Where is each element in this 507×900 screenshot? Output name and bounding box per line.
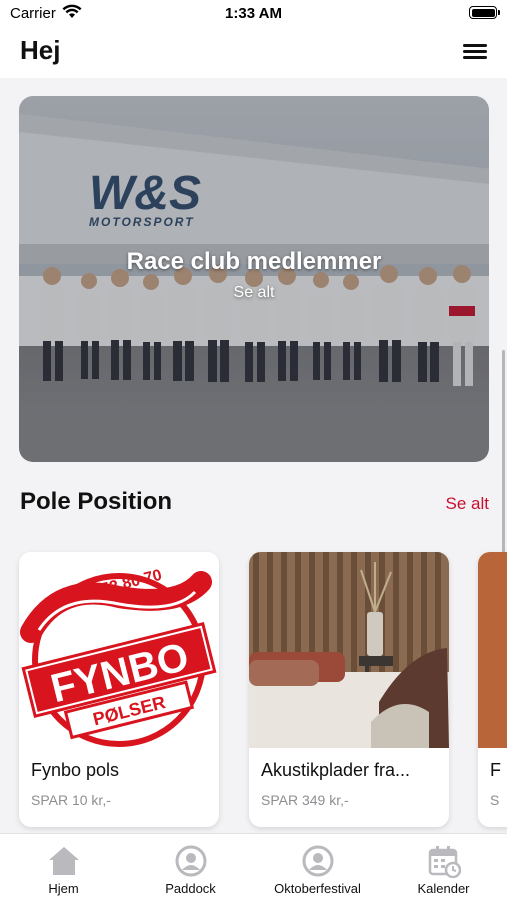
product-card-partial[interactable]: F S [478,552,507,827]
product-name: Fynbo pols [31,760,120,780]
product-price: S [490,792,500,808]
product-price: SPAR 10 kr,- [31,792,111,808]
app-screen: Carrier 1:33 AM Hej W&S MOTORSPORT Race … [0,0,507,900]
scroll-indicator [502,350,505,565]
fynbo-logo-image: Tlf. 52 52 80 70 FYNBO PØLSER [19,552,219,748]
tab-label: Paddock [165,881,216,896]
menu-icon-bar [463,50,487,53]
hero-overlay [19,96,489,462]
calendar-icon [428,846,461,878]
product-card-akustikplader[interactable]: Akustikplader fra... SPAR 349 kr,- [249,552,449,827]
product-image [478,552,507,748]
menu-icon-bar [463,44,487,47]
product-name: Akustikplader fra... [261,760,411,780]
tab-bar: Hjem Paddock Oktoberfestival Kalender [0,833,507,900]
tab-label: Oktoberfestival [274,881,361,896]
menu-icon-bar [463,56,487,59]
header: Hej [0,30,507,78]
tab-hjem[interactable]: Hjem [0,834,127,900]
user-circle-icon [175,845,206,877]
product-price: SPAR 349 kr,- [261,792,349,808]
hamburger-menu-button[interactable] [463,42,489,62]
section-title-pole-position: Pole Position [20,488,173,515]
bedroom-image [249,552,449,748]
tab-oktoberfestival[interactable]: Oktoberfestival [254,834,381,900]
tab-paddock[interactable]: Paddock [127,834,254,900]
status-bar: Carrier 1:33 AM [0,0,507,30]
clock: 1:33 AM [225,5,282,22]
page-title: Hej [20,35,61,65]
product-card-fynbo[interactable]: Tlf. 52 52 80 70 FYNBO PØLSER Fynbo pols… [19,552,219,827]
product-name: F [490,760,501,780]
hero-card-race-club[interactable]: W&S MOTORSPORT Race club medlemmer Se al… [19,96,489,462]
home-icon [48,847,79,875]
user-circle-icon [302,845,333,877]
tab-kalender[interactable]: Kalender [380,834,507,900]
hero-title: Race club medlemmer [126,248,382,275]
section-see-all-link[interactable]: Se alt [446,494,489,514]
tab-label: Kalender [417,881,470,896]
hero-see-all-link[interactable]: Se alt [19,284,489,302]
tab-label: Hjem [48,881,79,896]
battery-icon [469,6,500,19]
